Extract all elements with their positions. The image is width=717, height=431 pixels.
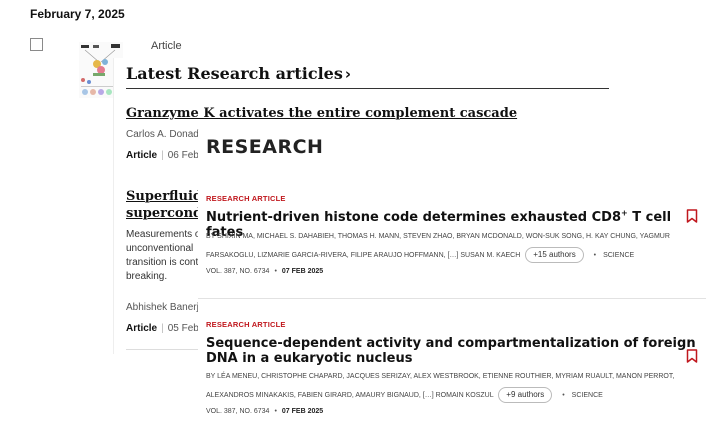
article-authors-text: FARSAKOGLU, LIZMARIE GARCIA-RIVERA, FILI… — [206, 252, 521, 259]
issue-date: February 7, 2025 — [30, 7, 125, 21]
latest-article-kind: Article — [126, 150, 158, 161]
more-authors-button[interactable]: +9 authors — [498, 387, 553, 403]
bullet-separator: • — [274, 408, 277, 415]
latest-article-authors: Abhishek Banerj — [126, 302, 199, 313]
latest-article-authors-text: Carlos A. Donad — [126, 129, 199, 140]
article-volume: VOL. 387, NO. 6734 — [206, 268, 270, 275]
latest-article-date: 05 Feb — [167, 323, 199, 334]
list-divider — [198, 298, 706, 299]
research-panel: RESEARCH RESEARCH ARTICLE Nutrient-drive… — [198, 130, 717, 431]
bullet-separator: • — [562, 392, 565, 399]
bullet-separator: • — [274, 268, 277, 275]
meta-separator: | — [161, 150, 164, 161]
article-title-line2: DNA in a eukaryotic nucleus — [206, 351, 413, 366]
article-volume-line: VOL. 387, NO. 6734 • 07 FEB 2025 — [206, 268, 323, 275]
latest-research-heading[interactable]: Latest Research articles › — [126, 64, 351, 83]
article-title[interactable]: Sequence-dependent activity and compartm… — [206, 336, 696, 366]
latest-article-title-line2: supercond — [126, 206, 203, 221]
article-kind-label: RESEARCH ARTICLE — [206, 320, 286, 329]
article-date: 07 FEB 2025 — [281, 408, 324, 415]
latest-article-meta: Article | 05 Feb — [126, 323, 199, 334]
article-authors-line: BY LÉA MENEU, CHRISTOPHE CHAPARD, JACQUE… — [206, 373, 675, 380]
article-date: 07 FEB 2025 — [281, 268, 324, 275]
article-volume-line: VOL. 387, NO. 6734 • 07 FEB 2025 — [206, 408, 323, 415]
latest-article-title[interactable]: Superfluid supercond — [126, 188, 202, 222]
article-title-superscript: + — [620, 208, 628, 218]
select-checkbox[interactable] — [30, 38, 43, 51]
article-authors-line: ALEXANDROS MINAKAKIS, FABIEN GIRARD, AMA… — [206, 387, 603, 403]
bookmark-icon[interactable] — [686, 349, 698, 363]
article-authors-text: ALEXANDROS MINAKAKIS, FABIEN GIRARD, AMA… — [206, 392, 494, 399]
article-title-text: Nutrient-driven histone code determines … — [206, 210, 621, 225]
article-title-line1: Sequence-dependent activity and compartm… — [206, 336, 696, 351]
more-authors-button[interactable]: +15 authors — [525, 247, 584, 263]
latest-article-title-line1: Superfluid — [126, 189, 202, 204]
article-authors-line: BY SHIXIN MA, MICHAEL S. DAHABIEH, THOMA… — [206, 233, 670, 240]
article-volume: VOL. 387, NO. 6734 — [206, 408, 270, 415]
latest-research-title: Latest Research articles — [126, 64, 343, 83]
article-kind-label: RESEARCH ARTICLE — [206, 194, 286, 203]
article-type-label: Article — [151, 40, 182, 52]
latest-article-authors: Carlos A. Donad — [126, 129, 199, 140]
article-authors-line: FARSAKOGLU, LIZMARIE GARCIA-RIVERA, FILI… — [206, 247, 634, 263]
meta-separator: | — [161, 323, 164, 334]
chevron-right-icon: › — [344, 65, 352, 83]
heading-rule — [126, 88, 609, 89]
bookmark-icon[interactable] — [686, 209, 698, 223]
latest-article-meta: Article | 06 Feb — [126, 150, 199, 161]
journal-name: SCIENCE — [603, 252, 635, 259]
research-heading: RESEARCH — [206, 136, 324, 158]
journal-name: SCIENCE — [571, 392, 603, 399]
bullet-separator: • — [593, 252, 597, 259]
latest-article-title[interactable]: Granzyme K activates the entire compleme… — [126, 105, 517, 122]
latest-article-date: 06 Feb — [167, 150, 199, 161]
latest-article-kind: Article — [126, 323, 158, 334]
